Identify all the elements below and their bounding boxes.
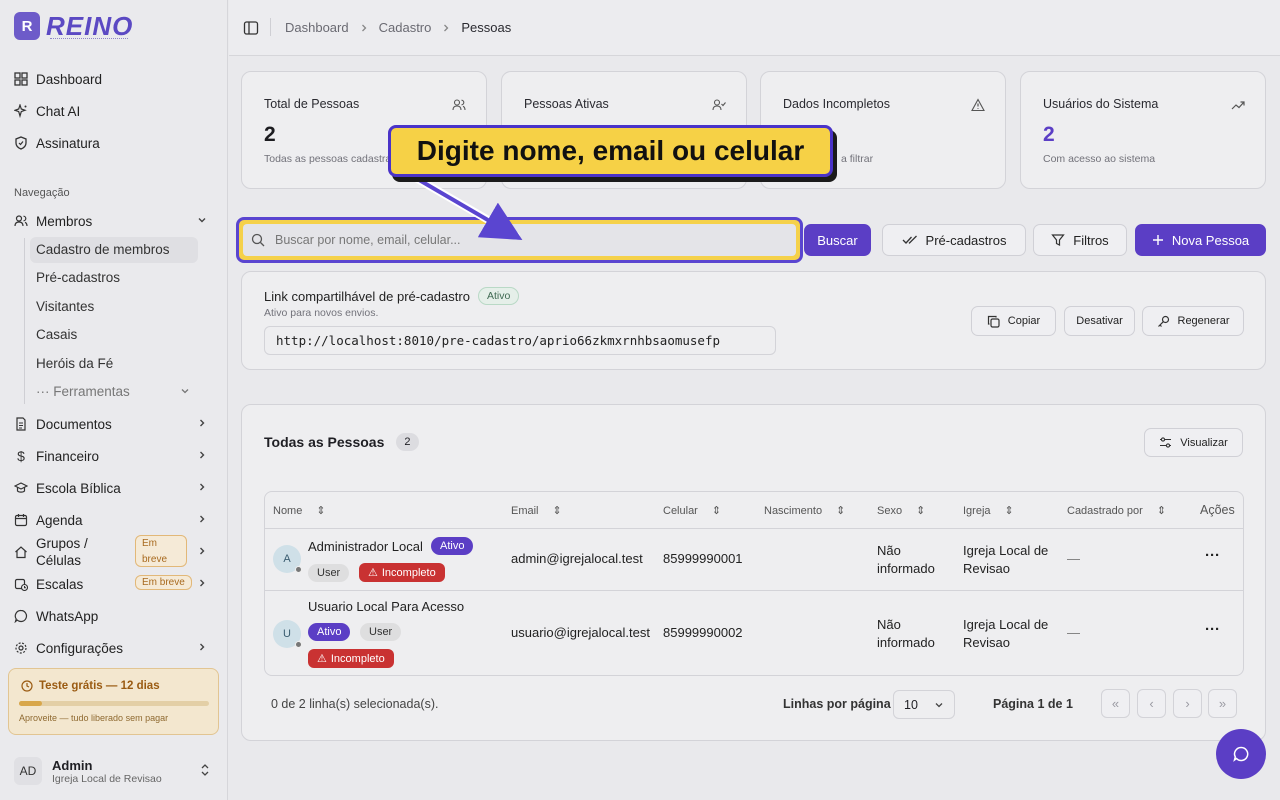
callout-arrow xyxy=(398,166,523,241)
chat-fab-button[interactable] xyxy=(1216,729,1266,779)
instruction-callout: Digite nome, email ou celular xyxy=(388,125,833,177)
chat-bubble-icon xyxy=(1232,745,1250,763)
